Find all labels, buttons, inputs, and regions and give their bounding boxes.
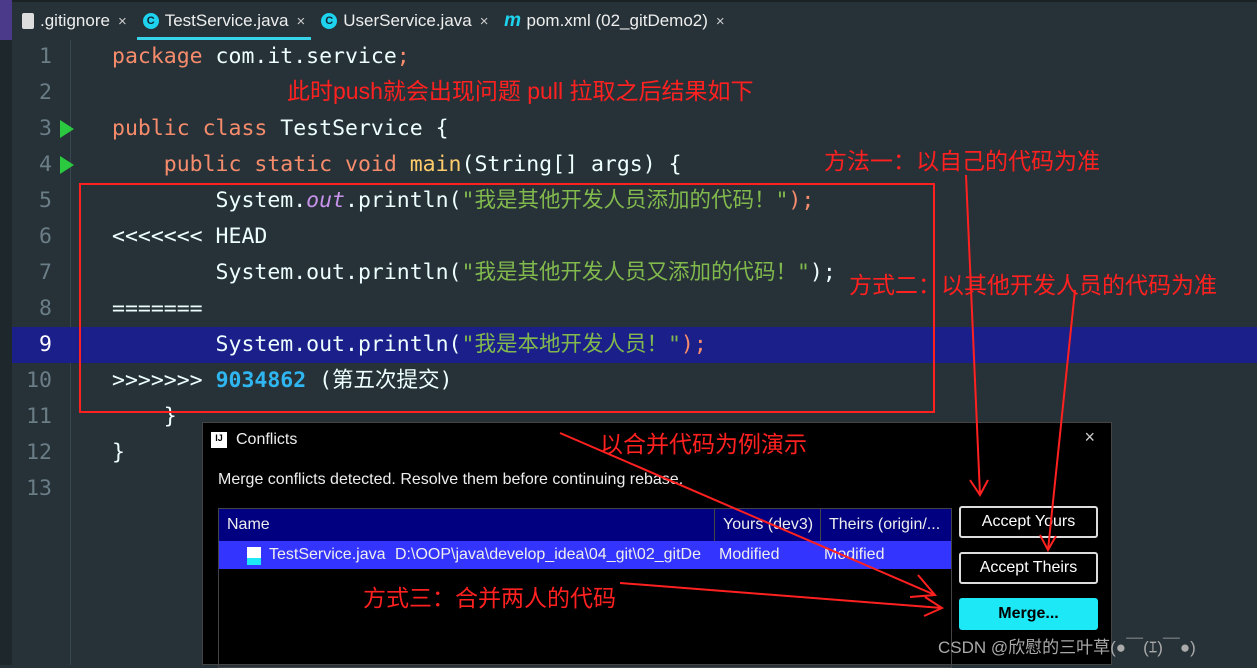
watermark: CSDN @欣慰的三叶草(●￣(ｴ)￣●): [938, 638, 1196, 657]
annotation-arrows: [559, 174, 1076, 617]
